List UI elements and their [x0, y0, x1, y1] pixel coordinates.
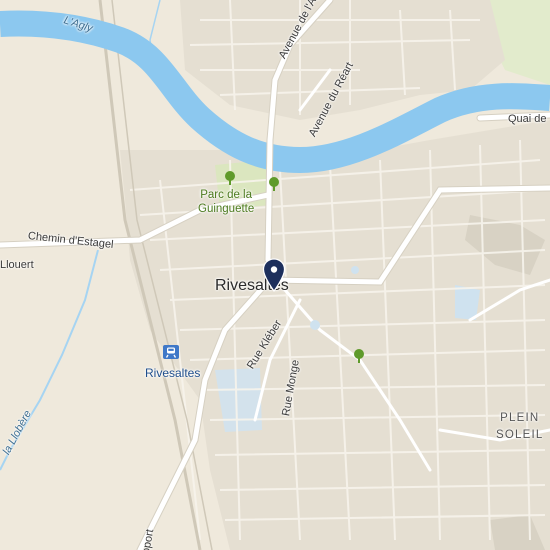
park-label-line-2: Guinguette [198, 203, 255, 215]
location-pin-icon[interactable] [262, 258, 286, 293]
street-label-llouert: Llouert [0, 259, 34, 271]
district-label-line-2: SOLEIL [496, 429, 544, 441]
street-label-quai: Quai de [508, 113, 547, 125]
tree-icon [352, 348, 366, 364]
tree-icon [223, 170, 237, 186]
park-label: Parc de la Guinguette [198, 188, 254, 216]
tree-icon [267, 176, 281, 192]
district-label-line-1: PLEIN [500, 412, 540, 424]
station-label[interactable]: Rivesaltes [145, 366, 200, 380]
map-canvas[interactable]: L'Agly la Llobère Avenue de l'Ag Avenue … [0, 0, 550, 550]
park-label-line-1: Parc de la [200, 189, 253, 201]
train-station-icon[interactable] [163, 345, 179, 359]
district-label: PLEIN SOLEIL [496, 410, 543, 444]
